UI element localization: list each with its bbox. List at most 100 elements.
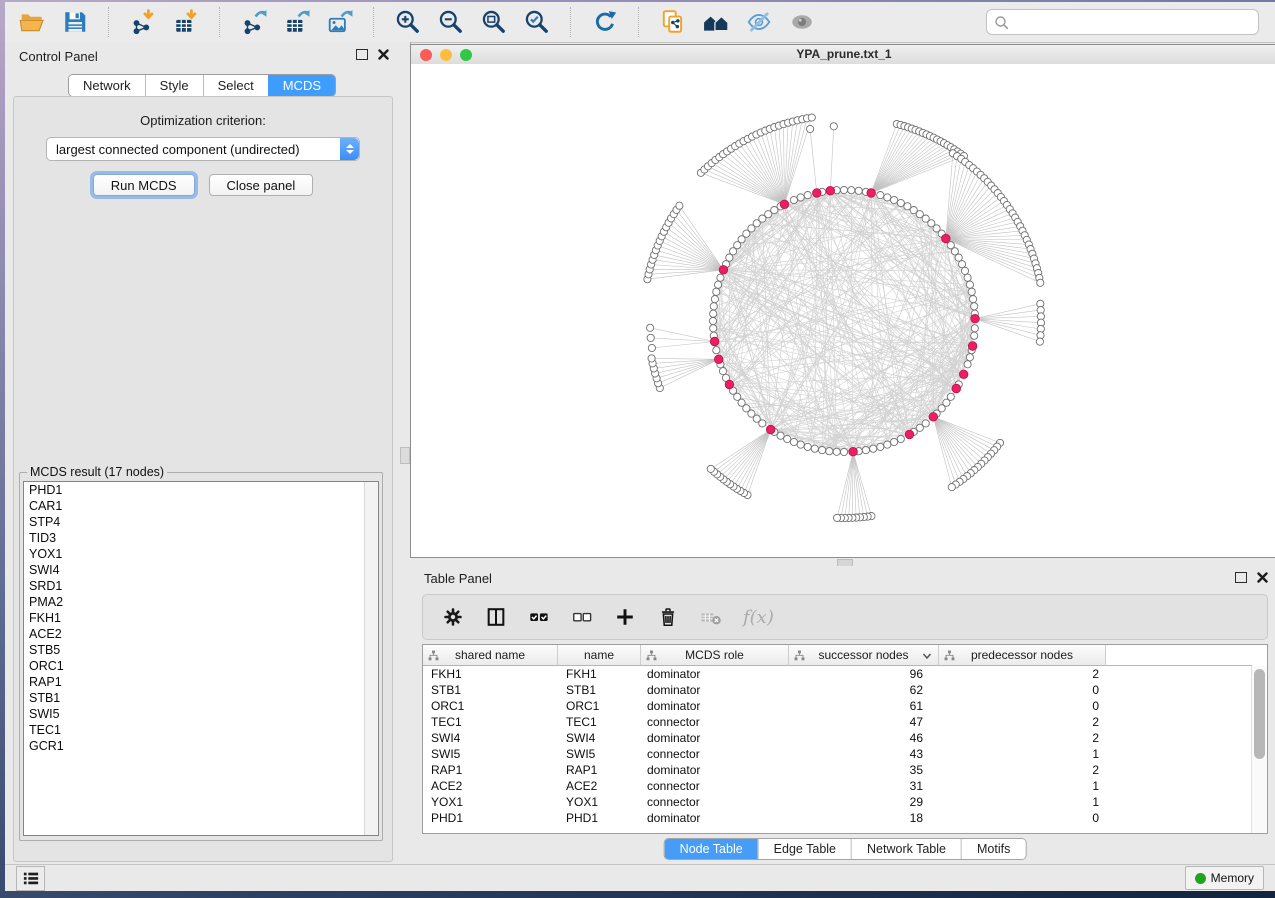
table-row[interactable]: STB1STB1dominator620 (423, 682, 1252, 698)
table-cell-mcds_role: connector (641, 778, 789, 794)
delete-column-button[interactable] (657, 606, 679, 628)
close-table-panel-icon[interactable] (1257, 572, 1268, 583)
table-cell-shared_name: SWI5 (423, 746, 558, 762)
search-input[interactable] (1013, 12, 1258, 32)
column-header-shared-name[interactable]: shared name (423, 645, 558, 666)
network-canvas[interactable] (411, 64, 1275, 557)
network-window-titlebar[interactable]: YPA_prune.txt_1 (411, 45, 1275, 65)
memory-status-dot (1195, 873, 1206, 884)
sort-descending-icon[interactable] (922, 652, 932, 660)
tab-style[interactable]: Style (145, 75, 203, 96)
control-panel-title: Control Panel (19, 49, 98, 64)
select-all-icon (528, 606, 550, 628)
open-icon (19, 9, 45, 35)
column-header-name[interactable]: name (558, 645, 641, 666)
column-header-predecessor-nodes[interactable]: predecessor nodes (939, 645, 1106, 666)
optimization-criterion-select[interactable]: largest connected component (undirected) (46, 137, 360, 161)
close-panel-icon[interactable] (378, 49, 389, 60)
table-row[interactable]: PHD1PHD1dominator180 (423, 810, 1252, 826)
tab-mcds[interactable]: MCDS (268, 75, 335, 96)
zoom-fit-button[interactable] (479, 7, 509, 37)
add-column-button[interactable] (614, 606, 636, 628)
mcds-result-item[interactable]: RAP1 (24, 674, 365, 690)
scrollbar-thumb[interactable] (1254, 669, 1265, 759)
export-network-button[interactable] (239, 7, 269, 37)
column-header-mcds-role[interactable]: MCDS role (641, 645, 789, 666)
open-button[interactable] (17, 7, 47, 37)
table-row[interactable]: ORC1ORC1dominator610 (423, 698, 1252, 714)
mcds-result-item[interactable]: SWI4 (24, 562, 365, 578)
save-button[interactable] (60, 7, 90, 37)
column-header-successor-nodes[interactable]: successor nodes (789, 645, 939, 666)
main-toolbar-icons (5, 7, 817, 37)
table-cell-name: SWI5 (558, 746, 641, 762)
table-cell-predecessor_nodes: 0 (939, 698, 1106, 714)
search-box[interactable] (986, 9, 1259, 35)
mcds-result-item[interactable]: ACE2 (24, 626, 365, 642)
mcds-result-item[interactable]: YOX1 (24, 546, 365, 562)
table-cell-shared_name: FKH1 (423, 666, 558, 682)
close-panel-button[interactable]: Close panel (209, 174, 314, 196)
mcds-result-item[interactable]: STB5 (24, 642, 365, 658)
first-neighbors-button[interactable] (701, 7, 731, 37)
mcds-result-item[interactable]: TID3 (24, 530, 365, 546)
mcds-result-item[interactable]: CAR1 (24, 498, 365, 514)
export-table-button[interactable] (282, 7, 312, 37)
mcds-result-item[interactable]: ORC1 (24, 658, 365, 674)
table-row[interactable]: YOX1YOX1connector291 (423, 794, 1252, 810)
hide-selected-icon (746, 9, 772, 35)
mcds-result-item[interactable]: SRD1 (24, 578, 365, 594)
network-graph[interactable] (411, 64, 1275, 557)
mcds-result-item[interactable]: STB1 (24, 690, 365, 706)
float-panel-icon[interactable] (356, 49, 368, 60)
memory-button[interactable]: Memory (1185, 866, 1264, 890)
table-cell-name: FKH1 (558, 666, 641, 682)
table-cell-mcds_role: dominator (641, 762, 789, 778)
tab-node-table[interactable]: Node Table (665, 839, 758, 859)
import-table-button[interactable] (171, 7, 201, 37)
toolbar-separator (373, 7, 375, 37)
table-row[interactable]: RAP1RAP1dominator352 (423, 762, 1252, 778)
divider-grip[interactable] (400, 447, 410, 464)
table-row[interactable]: TEC1TEC1connector472 (423, 714, 1252, 730)
new-network-from-selection-button[interactable] (658, 7, 688, 37)
tab-network-table[interactable]: Network Table (851, 839, 961, 859)
delete-table-disabled-button[interactable] (700, 606, 722, 628)
mcds-result-item[interactable]: PMA2 (24, 594, 365, 610)
task-history-button[interactable] (16, 866, 45, 891)
tab-motifs[interactable]: Motifs (961, 839, 1025, 859)
table-scrollbar[interactable] (1251, 666, 1267, 833)
import-network-button[interactable] (128, 7, 158, 37)
mcds-result-scrollbar[interactable] (364, 482, 378, 835)
tab-network[interactable]: Network (69, 75, 145, 96)
mcds-result-item[interactable]: FKH1 (24, 610, 365, 626)
show-all-button[interactable] (787, 7, 817, 37)
refresh-layout-button[interactable] (590, 7, 620, 37)
table-cell-shared_name: PHD1 (423, 810, 558, 826)
deselect-all-button[interactable] (571, 606, 593, 628)
mcds-result-item[interactable]: SWI5 (24, 706, 365, 722)
tab-edge-table[interactable]: Edge Table (758, 839, 851, 859)
hide-selected-button[interactable] (744, 7, 774, 37)
mcds-result-item[interactable]: STP4 (24, 514, 365, 530)
table-row[interactable]: FKH1FKH1dominator962 (423, 666, 1252, 682)
float-table-panel-icon[interactable] (1235, 572, 1247, 583)
tab-select[interactable]: Select (203, 75, 268, 96)
export-image-button[interactable] (325, 7, 355, 37)
zoom-selected-button[interactable] (522, 7, 552, 37)
delete-column-icon (657, 606, 679, 628)
run-mcds-button[interactable]: Run MCDS (93, 174, 195, 196)
table-row[interactable]: ACE2ACE2connector311 (423, 778, 1252, 794)
panel-divider-horizontal[interactable] (410, 558, 1275, 566)
select-all-button[interactable] (528, 606, 550, 628)
mcds-result-item[interactable]: PHD1 (24, 482, 365, 498)
zoom-in-button[interactable] (393, 7, 423, 37)
table-row[interactable]: SWI4SWI4dominator462 (423, 730, 1252, 746)
split-panel-button[interactable] (485, 606, 507, 628)
table-row[interactable]: SWI5SWI5connector431 (423, 746, 1252, 762)
mcds-result-item[interactable]: TEC1 (24, 722, 365, 738)
zoom-out-button[interactable] (436, 7, 466, 37)
settings-button[interactable] (442, 606, 464, 628)
mcds-result-item[interactable]: GCR1 (24, 738, 365, 754)
export-image-icon (327, 9, 353, 35)
